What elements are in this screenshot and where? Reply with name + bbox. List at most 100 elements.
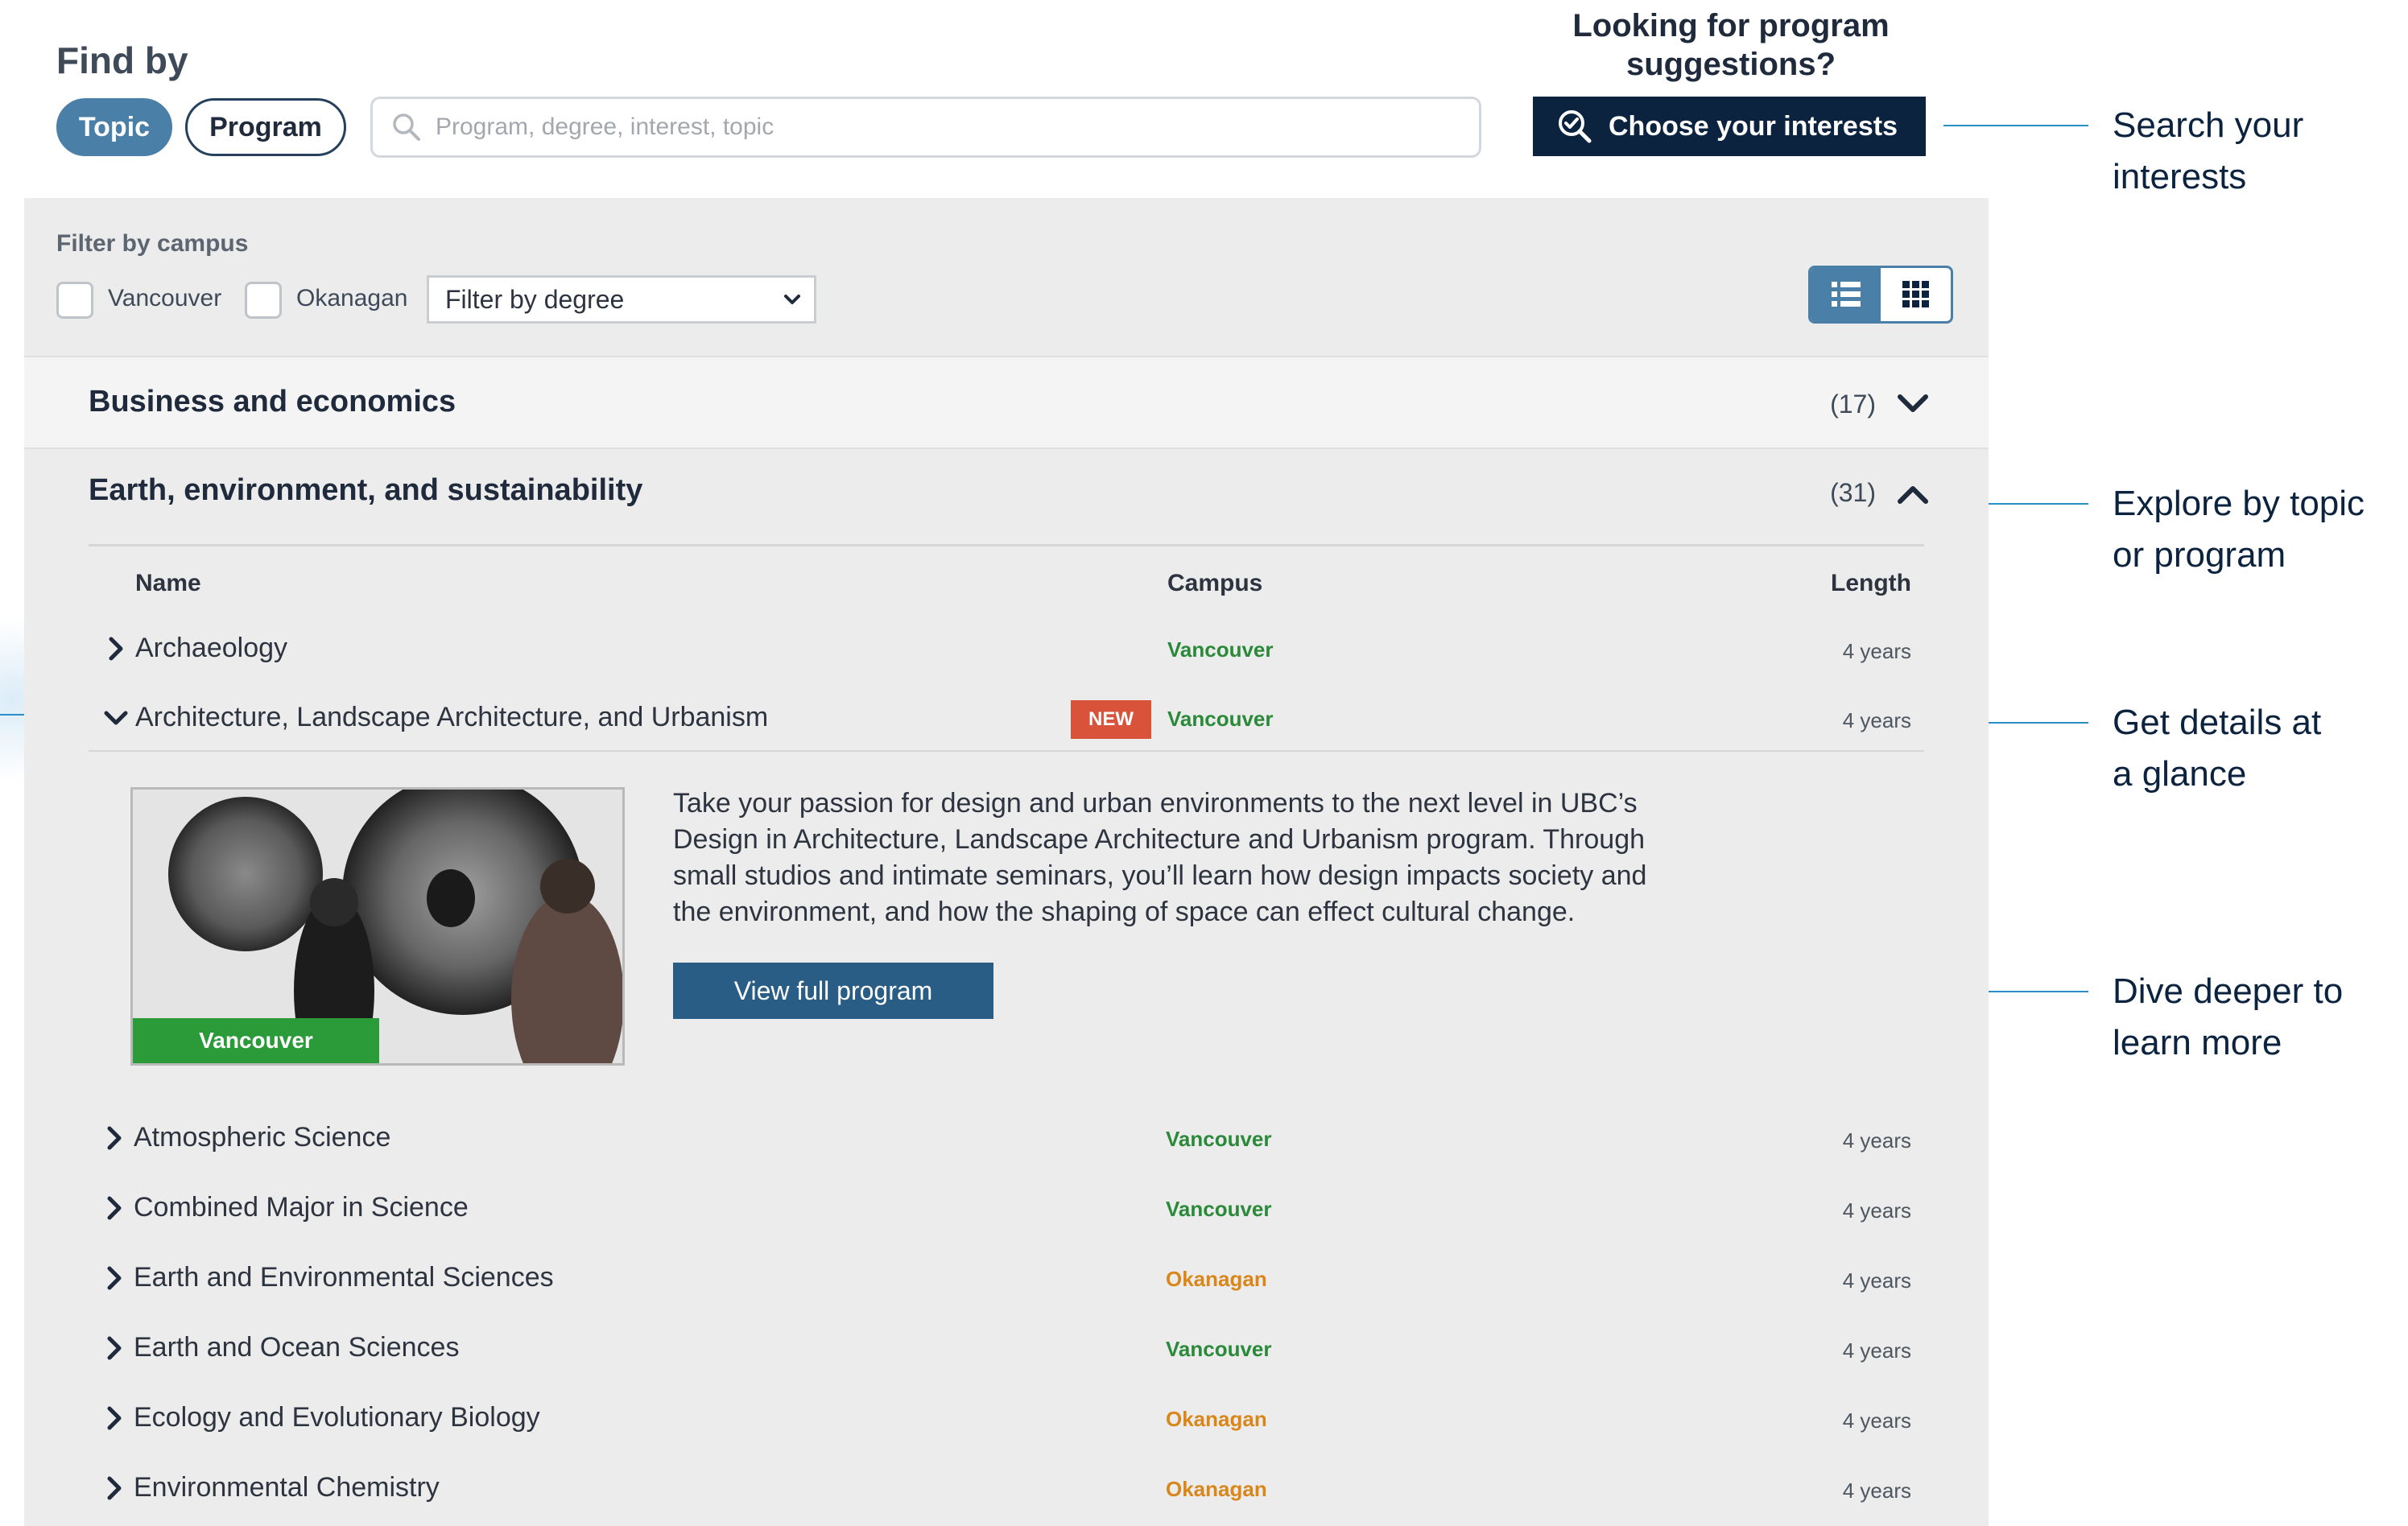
- chevron-right-icon: [107, 1126, 122, 1150]
- category-title: Earth, environment, and sustainability: [89, 473, 643, 507]
- chevron-up-icon[interactable]: [1895, 476, 1931, 512]
- category-title: Business and economics: [89, 385, 456, 419]
- new-badge: NEW: [1071, 700, 1151, 739]
- program-name: Earth and Ocean Sciences: [134, 1332, 460, 1363]
- description-line: Design in Architecture, Landscape Archit…: [673, 824, 1646, 855]
- annotation-dive-deeper: Dive deeper to learn more: [2113, 966, 2402, 1069]
- program-length: 4 years: [1842, 708, 1911, 732]
- program-row-combined-major[interactable]: Combined Major in Science Vancouver 4 ye…: [24, 1176, 1989, 1240]
- annotation-line: Dive deeper to: [2113, 971, 2344, 1011]
- annotation-line: interests: [2113, 157, 2247, 196]
- category-count: (31): [1830, 478, 1876, 507]
- list-view-icon: [1831, 282, 1861, 307]
- view-toggle: [1808, 266, 1953, 324]
- program-name: Combined Major in Science: [134, 1192, 469, 1223]
- annotation-line: Explore by topic: [2113, 484, 2365, 523]
- program-toggle-button[interactable]: Program: [185, 98, 346, 156]
- chevron-right-icon: [109, 637, 123, 661]
- description-line: Take your passion for design and urban e…: [673, 788, 1638, 819]
- chevron-right-icon: [107, 1196, 122, 1220]
- side-connector: [0, 714, 24, 716]
- filter-by-campus-label: Filter by campus: [56, 230, 249, 257]
- annotation-line: Search your: [2113, 105, 2304, 145]
- column-header-campus: Campus: [1167, 570, 1263, 596]
- program-row-atmospheric-science[interactable]: Atmospheric Science Vancouver 4 years: [24, 1106, 1989, 1170]
- program-campus: Okanagan: [1166, 1477, 1267, 1501]
- annotation-search-interests: Search your interests: [2113, 100, 2402, 203]
- chevron-right-icon: [107, 1406, 122, 1430]
- annotation-explore-topic: Explore by topic or program: [2113, 478, 2402, 581]
- program-campus: Okanagan: [1166, 1267, 1267, 1291]
- program-length: 4 years: [1842, 1128, 1911, 1153]
- search-input[interactable]: [436, 113, 1402, 141]
- okanagan-checkbox[interactable]: [245, 282, 282, 319]
- program-row-earth-environmental-sciences[interactable]: Earth and Environmental Sciences Okanaga…: [24, 1246, 1989, 1310]
- search-check-icon: [1559, 110, 1592, 143]
- search-field[interactable]: [370, 97, 1481, 158]
- annotation-details-glance: Get details at a glance: [2113, 697, 2402, 800]
- choose-interests-button[interactable]: Choose your interests: [1533, 97, 1926, 156]
- program-campus: Okanagan: [1166, 1407, 1267, 1431]
- annotation-connector-search: [1943, 125, 2088, 126]
- program-length: 4 years: [1842, 1479, 1911, 1503]
- category-earth-environment[interactable]: Earth, environment, and sustainability (…: [24, 449, 1989, 530]
- degree-select[interactable]: Filter by degree: [427, 275, 816, 324]
- annotation-line: learn more: [2113, 1023, 2282, 1062]
- search-icon: [393, 113, 420, 141]
- program-campus: Vancouver: [1166, 1337, 1272, 1361]
- column-header-length: Length: [1831, 570, 1911, 596]
- row-divider: [89, 750, 1924, 752]
- program-row-ecology-evolutionary-biology[interactable]: Ecology and Evolutionary Biology Okanaga…: [24, 1386, 1989, 1450]
- program-photo: Vancouver: [130, 787, 625, 1066]
- looking-line-1: Looking for program: [1572, 8, 1890, 43]
- program-name: Earth and Environmental Sciences: [134, 1262, 554, 1293]
- list-view-button[interactable]: [1811, 268, 1881, 321]
- program-row-architecture[interactable]: Architecture, Landscape Architecture, an…: [24, 686, 1989, 750]
- photo-campus-label: Vancouver: [133, 1018, 379, 1063]
- program-campus: Vancouver: [1166, 1197, 1272, 1221]
- program-length: 4 years: [1842, 639, 1911, 663]
- topic-toggle-button[interactable]: Topic: [56, 98, 172, 156]
- annotation-line: a glance: [2113, 754, 2247, 794]
- category-divider: [89, 544, 1924, 546]
- choose-interests-label: Choose your interests: [1609, 110, 1898, 142]
- looking-line-2: suggestions?: [1625, 47, 1836, 82]
- description-line: small studios and intimate seminars, you…: [673, 860, 1647, 891]
- program-campus: Vancouver: [1167, 707, 1274, 731]
- category-count: (17): [1830, 390, 1876, 419]
- chevron-down-icon: [784, 295, 800, 304]
- find-by-title: Find by: [56, 39, 188, 81]
- vancouver-checkbox[interactable]: [56, 282, 93, 319]
- description-line: the environment, and how the shaping of …: [673, 897, 1576, 927]
- program-length: 4 years: [1842, 1338, 1911, 1363]
- degree-select-value: Filter by degree: [445, 284, 625, 314]
- okanagan-checkbox-label: Okanagan: [296, 285, 408, 311]
- annotation-line: Get details at: [2113, 703, 2322, 742]
- program-row-archaeology[interactable]: Archaeology Vancouver 4 years: [24, 617, 1989, 681]
- program-description: Take your passion for design and urban e…: [673, 786, 1776, 930]
- view-full-program-button[interactable]: View full program: [673, 963, 993, 1019]
- chevron-right-icon: [107, 1336, 122, 1360]
- chevron-right-icon: [107, 1476, 122, 1500]
- program-row-earth-ocean-sciences[interactable]: Earth and Ocean Sciences Vancouver 4 yea…: [24, 1316, 1989, 1380]
- program-suggestions-heading: Looking for program suggestions?: [1530, 6, 1932, 84]
- chevron-down-icon[interactable]: [1895, 386, 1931, 422]
- program-length: 4 years: [1842, 1198, 1911, 1223]
- program-name: Environmental Chemistry: [134, 1472, 440, 1503]
- program-name: Atmospheric Science: [134, 1122, 391, 1153]
- column-header-name: Name: [135, 570, 201, 596]
- category-business-economics[interactable]: Business and economics (17): [24, 356, 1989, 449]
- vancouver-checkbox-label: Vancouver: [108, 285, 222, 311]
- chevron-down-icon: [104, 711, 128, 725]
- grid-view-button[interactable]: [1881, 268, 1951, 321]
- chevron-right-icon: [107, 1266, 122, 1290]
- programs-panel: Filter by campus Vancouver Okanagan Filt…: [24, 198, 1989, 1526]
- program-length: 4 years: [1842, 1268, 1911, 1293]
- annotation-line: or program: [2113, 535, 2286, 575]
- program-name: Archaeology: [135, 633, 288, 663]
- grid-view-icon: [1902, 281, 1929, 307]
- program-row-environmental-chemistry[interactable]: Environmental Chemistry Okanagan 4 years: [24, 1456, 1989, 1520]
- program-name: Architecture, Landscape Architecture, an…: [135, 702, 769, 732]
- program-campus: Vancouver: [1167, 637, 1274, 662]
- program-campus: Vancouver: [1166, 1127, 1272, 1151]
